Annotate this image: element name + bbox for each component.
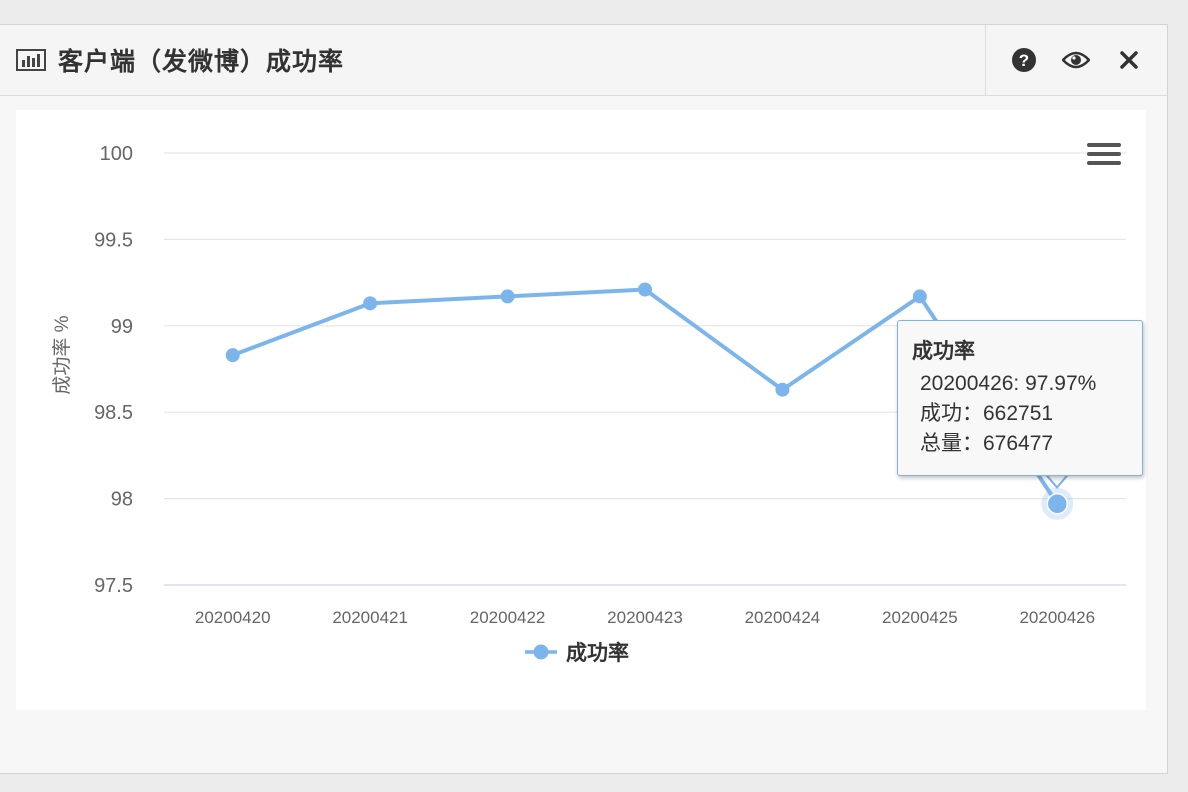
hover-layer <box>1041 487 1074 520</box>
x-tick-label: 20200422 <box>470 608 546 627</box>
data-point-hovered[interactable] <box>1046 493 1069 515</box>
data-point[interactable] <box>363 296 378 311</box>
close-icon <box>1120 51 1138 69</box>
y-tick-labels: 97.5 98 98.5 99 99.5 100 <box>94 143 133 597</box>
tooltip-value: 20200426: 97.97% <box>920 372 1097 395</box>
y-tick-label: 98.5 <box>94 402 133 424</box>
tooltip-total: 总量：676477 <box>920 432 1054 455</box>
y-tick-label: 98 <box>111 489 133 511</box>
data-point[interactable] <box>500 289 515 304</box>
data-point[interactable] <box>638 282 652 297</box>
bar-chart-icon <box>16 49 46 71</box>
data-point[interactable] <box>912 289 927 304</box>
help-icon: ? <box>1012 48 1037 72</box>
chart-menu-button[interactable] <box>1082 140 1126 172</box>
y-axis-label: 成功率 % <box>51 315 73 394</box>
legend-symbol-dot <box>533 644 549 660</box>
hamburger-menu-icon <box>1087 143 1121 165</box>
svg-text:?: ? <box>1019 51 1029 70</box>
panel-header: 客户端（发微博）成功率 ? <box>0 25 1167 96</box>
y-tick-label: 97.5 <box>94 575 133 597</box>
x-tick-label: 20200425 <box>882 608 958 627</box>
x-tick-label: 20200423 <box>607 608 683 627</box>
y-tick-label: 99.5 <box>94 229 133 251</box>
y-tick-label: 99 <box>111 316 133 338</box>
close-button[interactable] <box>1115 46 1143 74</box>
tooltip-title: 成功率 <box>912 340 975 363</box>
view-button[interactable] <box>1062 46 1091 74</box>
eye-icon <box>1062 51 1091 69</box>
tooltip-success: 成功：662751 <box>920 402 1054 425</box>
data-tooltip: 成功率 20200426: 97.97% 成功：662751 总量：676477 <box>897 320 1143 476</box>
y-tick-label: 100 <box>100 143 133 165</box>
legend-label: 成功率 <box>566 641 629 665</box>
header-tools: ? <box>985 25 1167 95</box>
panel-title: 客户端（发微博）成功率 <box>58 48 345 76</box>
data-point[interactable] <box>225 348 240 363</box>
help-button[interactable]: ? <box>1010 46 1038 74</box>
x-tick-label: 20200424 <box>745 608 821 627</box>
legend-item[interactable]: 成功率 <box>525 641 629 665</box>
x-tick-label: 20200420 <box>195 608 271 627</box>
x-tick-label: 20200426 <box>1019 608 1095 627</box>
x-tick-label: 20200421 <box>332 608 408 627</box>
x-tick-labels: 20200420 20200421 20200422 20200423 20200424… <box>195 608 1095 627</box>
data-point[interactable] <box>775 382 790 397</box>
title-wrap: 客户端（发微博）成功率 <box>16 25 344 95</box>
